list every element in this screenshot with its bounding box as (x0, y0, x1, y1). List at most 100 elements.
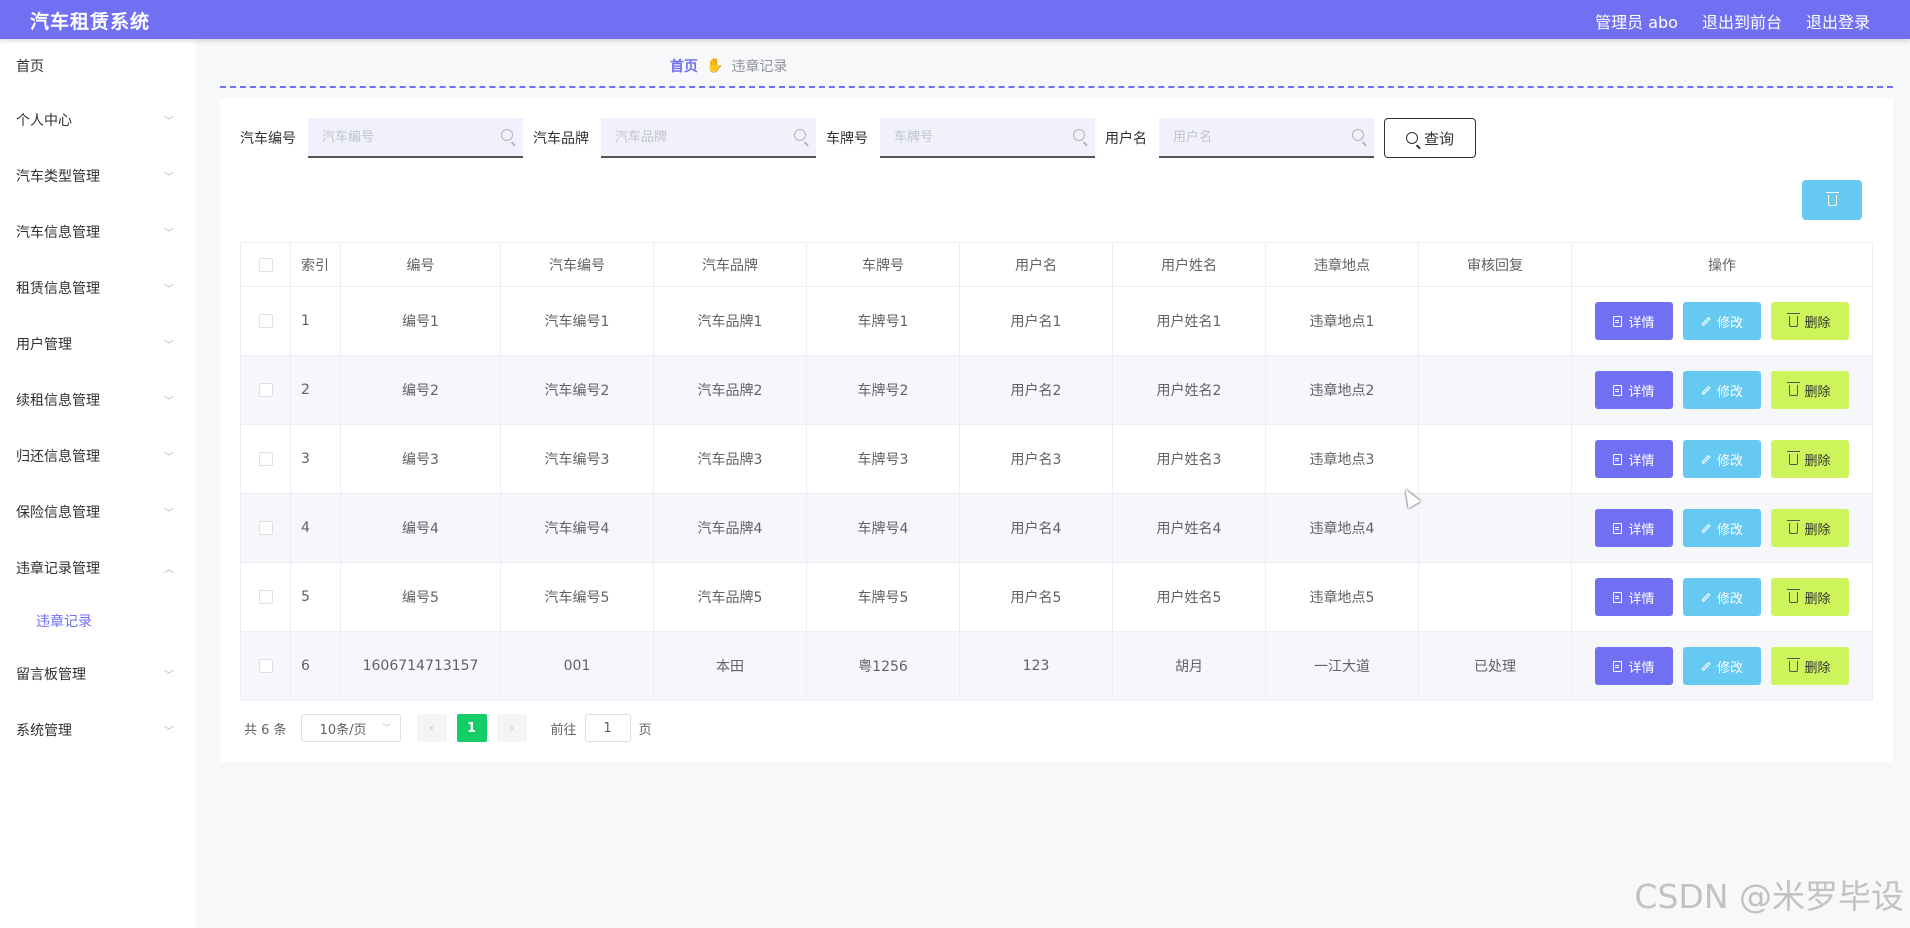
page-number-current[interactable]: 1 (456, 714, 487, 742)
cell-plate: 车牌号1 (806, 286, 960, 356)
cell-car-no: 汽车编号5 (500, 562, 654, 632)
cell-name: 用户姓名1 (1112, 286, 1266, 356)
delete-button[interactable]: 删除 (1771, 647, 1849, 685)
row-actions: 详情 修改 删除 (1571, 493, 1873, 563)
cell-no: 编号2 (340, 355, 501, 425)
row-checkbox[interactable] (258, 383, 273, 397)
edit-button[interactable]: 修改 (1683, 440, 1761, 478)
edit-button[interactable]: 修改 (1683, 509, 1761, 547)
violation-table: 索引 编号 汽车编号 汽车品牌 车牌号 用户名 用户姓名 违章地点 审核回复 操… (240, 242, 1873, 701)
detail-button[interactable]: 详情 (1595, 440, 1673, 478)
delete-button[interactable]: 删除 (1771, 440, 1849, 478)
row-checkbox[interactable] (258, 314, 273, 328)
goto-page-input[interactable] (585, 720, 630, 736)
trash-icon (1787, 450, 1801, 465)
cell-no: 编号5 (340, 562, 501, 632)
row-select-cell (240, 286, 291, 356)
document-icon (1613, 522, 1623, 534)
sidebar-item-label: 租赁信息管理 (16, 281, 100, 297)
edit-icon (1701, 661, 1711, 671)
sidebar-item-home[interactable]: 首页 (0, 39, 196, 92)
delete-button[interactable]: 删除 (1771, 509, 1849, 547)
cell-car-no: 汽车编号4 (500, 493, 654, 563)
cell-place: 违章地点5 (1265, 562, 1419, 632)
prev-page-button[interactable]: ‹ (416, 714, 447, 742)
chevron-down-icon: ﹀ (164, 726, 174, 738)
cell-brand: 汽车品牌4 (653, 493, 807, 563)
sidebar-item-message-board[interactable]: 留言板管理 ﹀ (0, 646, 196, 702)
cell-place: 违章地点1 (1265, 286, 1419, 356)
sidebar-item-renew[interactable]: 续租信息管理 ﹀ (0, 372, 196, 428)
sidebar-item-label: 首页 (16, 58, 44, 75)
query-button[interactable]: 查询 (1384, 118, 1476, 158)
document-icon (1613, 315, 1623, 327)
cell-no: 1606714713157 (340, 631, 501, 701)
detail-label: 详情 (1628, 591, 1655, 607)
content-panel: 汽车编号 汽车品牌 车牌号 用户名 查询 (220, 98, 1893, 762)
table-row: 5 编号5 汽车编号5 汽车品牌5 车牌号5 用户名5 用户姓名5 违章地点5 详情 修改 删除 (240, 562, 1873, 632)
edit-button[interactable]: 修改 (1683, 302, 1761, 340)
delete-label: 删除 (1804, 522, 1831, 538)
cell-place: 违章地点2 (1265, 355, 1419, 425)
edit-button[interactable]: 修改 (1683, 647, 1761, 685)
select-all-checkbox[interactable] (258, 257, 273, 272)
sidebar-item-car-info[interactable]: 汽车信息管理 ﹀ (0, 204, 196, 260)
next-page-button[interactable]: › (496, 714, 527, 742)
detail-button[interactable]: 详情 (1595, 578, 1673, 616)
car-brand-input[interactable] (601, 118, 816, 156)
bulk-delete-button[interactable] (1802, 180, 1862, 220)
edit-button[interactable]: 修改 (1683, 371, 1761, 409)
row-checkbox[interactable] (258, 521, 273, 535)
document-icon (1613, 384, 1623, 396)
detail-button[interactable]: 详情 (1595, 302, 1673, 340)
sidebar-item-personal[interactable]: 个人中心 ﹀ (0, 92, 196, 148)
table-row: 1 编号1 汽车编号1 汽车品牌1 车牌号1 用户名1 用户姓名1 违章地点1 详情 修改 删除 (240, 286, 1873, 356)
document-icon (1613, 591, 1623, 603)
delete-label: 删除 (1804, 660, 1831, 676)
document-icon (1613, 453, 1623, 465)
edit-button[interactable]: 修改 (1683, 578, 1761, 616)
detail-button[interactable]: 详情 (1595, 371, 1673, 409)
detail-button[interactable]: 详情 (1595, 647, 1673, 685)
logout-link[interactable]: 退出登录 (1806, 9, 1870, 33)
cell-no: 编号3 (340, 424, 501, 494)
edit-icon (1701, 592, 1711, 602)
cell-plate: 粤1256 (806, 631, 960, 701)
sidebar-item-return[interactable]: 归还信息管理 ﹀ (0, 428, 196, 484)
delete-button[interactable]: 删除 (1771, 371, 1849, 409)
row-actions: 详情 修改 删除 (1571, 286, 1873, 356)
select-all-cell (240, 242, 291, 287)
sidebar-item-insurance[interactable]: 保险信息管理 ﹀ (0, 484, 196, 540)
sidebar-item-car-type[interactable]: 汽车类型管理 ﹀ (0, 148, 196, 204)
plate-input[interactable] (880, 118, 1095, 156)
sidebar-item-users[interactable]: 用户管理 ﹀ (0, 316, 196, 372)
breadcrumb-home[interactable]: 首页 (670, 56, 698, 76)
row-select-cell (240, 424, 291, 494)
detail-button[interactable]: 详情 (1595, 509, 1673, 547)
delete-button[interactable]: 删除 (1771, 302, 1849, 340)
row-select-cell (240, 493, 291, 563)
sidebar-subitem-violation-records[interactable]: 违章记录 (0, 596, 196, 646)
sidebar-item-rental[interactable]: 租赁信息管理 ﹀ (0, 260, 196, 316)
username-input[interactable] (1159, 118, 1374, 156)
car-no-input[interactable] (308, 118, 523, 156)
query-button-label: 查询 (1423, 129, 1454, 148)
row-checkbox[interactable] (258, 452, 273, 466)
row-checkbox[interactable] (258, 659, 273, 673)
delete-button[interactable]: 删除 (1771, 578, 1849, 616)
row-checkbox[interactable] (258, 590, 273, 604)
page-size-select[interactable]: 10条/页 ﹀ (300, 714, 401, 742)
sidebar-item-label: 用户管理 (16, 337, 72, 353)
cell-car-no: 汽车编号2 (500, 355, 654, 425)
edit-icon (1701, 385, 1711, 395)
go-frontend-link[interactable]: 退出到前台 (1702, 9, 1782, 33)
row-select-cell (240, 562, 291, 632)
sidebar-item-violation[interactable]: 违章记录管理 ︿ (0, 540, 196, 596)
cell-place: 违章地点4 (1265, 493, 1419, 563)
column-header: 车牌号 (806, 242, 960, 287)
sidebar-item-system[interactable]: 系统管理 ﹀ (0, 702, 196, 758)
car-no-field (308, 118, 523, 158)
chevron-down-icon: ﹀ (164, 340, 174, 352)
detail-label: 详情 (1628, 384, 1655, 400)
trash-icon (1787, 588, 1801, 603)
